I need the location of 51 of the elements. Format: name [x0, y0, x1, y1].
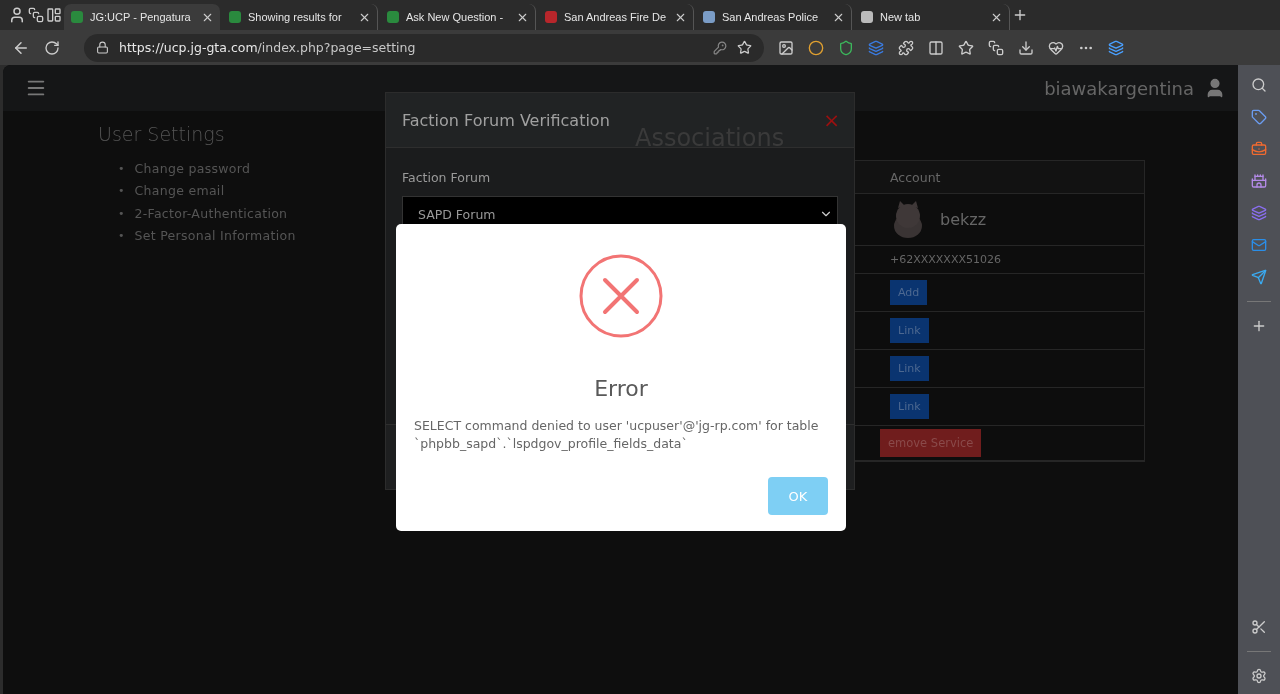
- field-label: Faction Forum: [402, 170, 492, 185]
- settings-link[interactable]: 2-Factor-Authentication: [134, 205, 288, 221]
- account-name: bekzz: [940, 210, 987, 229]
- close-button[interactable]: ×: [823, 108, 840, 132]
- action-button[interactable]: Link: [890, 318, 929, 343]
- profile-icon[interactable]: [8, 6, 26, 24]
- health-icon[interactable]: [1048, 39, 1064, 56]
- site-icon: [70, 10, 84, 24]
- extensions-icon[interactable]: [898, 39, 914, 56]
- settings-link[interactable]: Change password: [134, 160, 251, 176]
- action-button[interactable]: Link: [890, 394, 929, 419]
- section-title: User Settings: [98, 123, 226, 145]
- modal-title: Faction Forum Verification: [402, 110, 610, 130]
- bullet: •: [118, 161, 125, 175]
- site-icon: [702, 10, 716, 24]
- action-button[interactable]: Add: [890, 280, 928, 305]
- bullet: •: [118, 206, 125, 220]
- search-icon[interactable]: [1251, 77, 1267, 93]
- send-icon[interactable]: [1251, 269, 1267, 285]
- site-icon: [386, 10, 400, 24]
- settings-link[interactable]: Change email: [134, 183, 225, 199]
- refresh-icon[interactable]: [44, 39, 60, 56]
- dialog-title: Error: [594, 376, 648, 401]
- new-tab-icon[interactable]: [1012, 7, 1028, 23]
- add-icon[interactable]: [1251, 318, 1267, 334]
- username[interactable]: biawakargentina: [1044, 77, 1194, 99]
- browser-tab[interactable]: JG:UCP - Pengatura: [64, 4, 220, 30]
- settings-link[interactable]: Set Personal Information: [134, 228, 296, 244]
- split-screen-icon[interactable]: [928, 39, 944, 56]
- key-icon[interactable]: [713, 40, 727, 55]
- screenshot-icon[interactable]: [1251, 619, 1267, 635]
- address-bar[interactable]: https://ucp.jg-gta.com/index.php?page=setting: [84, 33, 764, 62]
- lock-icon: [96, 41, 109, 54]
- tag-icon[interactable]: [1251, 109, 1267, 125]
- ok-button[interactable]: OK: [768, 477, 828, 515]
- action-button[interactable]: Link: [890, 356, 929, 381]
- favorites-icon[interactable]: [958, 39, 974, 56]
- favorite-icon[interactable]: [737, 40, 752, 55]
- bullet: •: [118, 229, 125, 243]
- download-icon[interactable]: [1018, 39, 1034, 56]
- site-icon: [860, 10, 874, 24]
- toolbox-icon[interactable]: [1251, 141, 1267, 157]
- column-header: Account: [890, 169, 941, 185]
- error-message: SELECT command denied to user 'ucpuser'@'jg-rp.com' for table `phpbb_sapd`.`lspdgov_profile_fields_data`: [414, 417, 820, 453]
- phone-number: +62XXXXXXX51026: [890, 253, 1001, 266]
- shield-icon[interactable]: [838, 39, 854, 56]
- error-icon: [579, 254, 663, 338]
- bullet: •: [118, 184, 125, 198]
- site-icon: [544, 10, 558, 24]
- site-icon: [228, 10, 242, 24]
- settings-icon[interactable]: [1251, 668, 1267, 684]
